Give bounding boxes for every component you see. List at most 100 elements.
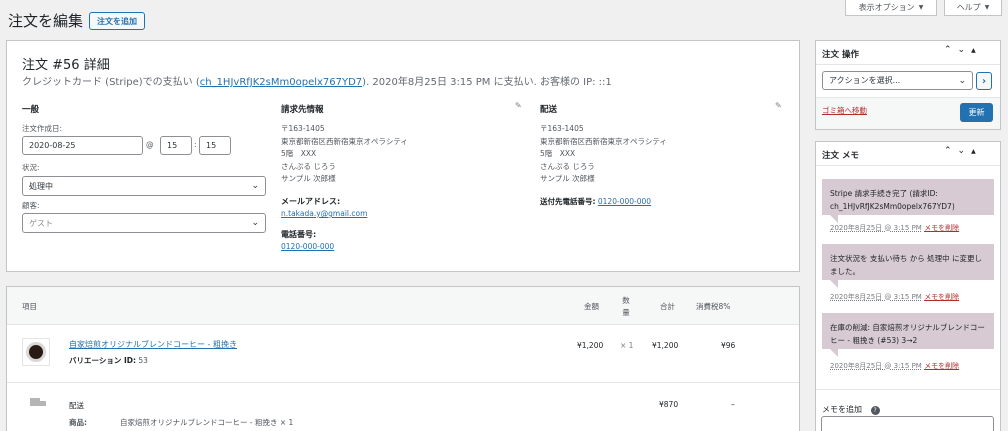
chevron-down-icon: ▼: [918, 4, 924, 11]
shipping-line-label: 配送: [69, 401, 84, 410]
order-note: 注文状況を 支払い待ち から 処理中 に変更しました。: [822, 244, 994, 280]
screen-options-label: 表示オプション: [858, 3, 915, 12]
move-up-icon[interactable]: ⌃: [944, 146, 958, 156]
update-button[interactable]: 更新: [960, 103, 993, 122]
chevron-down-icon: ⌄: [251, 218, 259, 228]
add-note-label-row: メモを追加 ?: [822, 404, 880, 415]
move-to-trash-link[interactable]: ゴミ箱へ移動: [822, 105, 867, 116]
variation-label: バリエーション ID:: [69, 356, 136, 365]
add-order-button[interactable]: 注文を追加: [89, 12, 145, 30]
note-meta: 2020年8月25日 @ 3:15 PM メモを削除: [830, 292, 959, 302]
product-name-link[interactable]: 自家焙煎オリジナルブレンドコーヒー - 粗挽き: [69, 339, 237, 350]
order-actions-title: 注文 操作: [822, 50, 859, 60]
note-date: 2020年8月25日 @ 3:15 PM: [830, 362, 922, 370]
note-tail: [830, 349, 838, 357]
billing-phone-link[interactable]: 0120-000-000: [281, 242, 334, 251]
payment-suffix: ). 2020年8月25日 3:15 PM に支払い. お客様の IP: ::1: [362, 77, 612, 88]
order-minute-input[interactable]: 15: [199, 136, 231, 155]
col-item: 項目: [22, 302, 37, 311]
coffee-cup-icon: [26, 342, 46, 362]
shipping-phone: 送付先電話番号: 0120-000-000: [540, 196, 651, 207]
delete-note-link[interactable]: メモを削除: [924, 362, 959, 370]
shipping-total: ¥870: [659, 400, 679, 409]
product-thumbnail: [22, 338, 50, 366]
at-symbol: @: [146, 140, 154, 149]
date-label: 注文作成日:: [22, 124, 63, 133]
order-notes-title: 注文 メモ: [822, 151, 859, 161]
add-note-divider: [816, 389, 1000, 390]
note-date: 2020年8月25日 @ 3:15 PM: [830, 293, 922, 301]
screen-options-button[interactable]: 表示オプション ▼: [845, 0, 937, 16]
note-date: 2020年8月25日 @ 3:15 PM: [830, 224, 922, 232]
customer-select[interactable]: ゲスト ⌄: [22, 213, 266, 233]
col-total: 合計: [660, 302, 675, 311]
billing-address: 〒163-1405 東京都新宿区西新宿東京オペラシティ 5階 XXX さんぷる …: [281, 124, 408, 183]
order-heading: 注文 #56 詳細: [22, 58, 110, 73]
col-tax: 消費税8%: [696, 302, 731, 311]
move-up-icon[interactable]: ⌃: [944, 45, 958, 55]
shipping-address: 〒163-1405 東京都新宿区西新宿東京オペラシティ 5階 XXX さんぷる …: [540, 124, 667, 183]
order-note: Stripe 請求手続き完了 (請求ID: ch_1HJvRfJK2sMm0op…: [822, 179, 994, 215]
order-status-select[interactable]: 処理中 ⌄: [22, 176, 266, 196]
delete-note-link[interactable]: メモを削除: [924, 293, 959, 301]
delete-note-link[interactable]: メモを削除: [924, 224, 959, 232]
collapse-icon[interactable]: ▲: [971, 47, 982, 54]
help-button[interactable]: ヘルプ ▼: [944, 0, 1002, 16]
items-divider: [7, 382, 799, 383]
help-tip-icon[interactable]: ?: [870, 406, 880, 415]
note-tail: [830, 215, 838, 223]
item-qty: × 1: [620, 341, 634, 350]
order-action-value: アクションを選択...: [829, 76, 901, 85]
payment-prefix: クレジットカード (Stripe)での支払い (: [22, 77, 200, 88]
panel-controls: ⌃⌄▲: [944, 45, 982, 55]
billing-phone-label: 電話番号:: [281, 230, 317, 239]
status-value: 処理中: [29, 181, 53, 191]
notes-panel-controls: ⌃⌄▲: [944, 146, 982, 156]
item-total: ¥1,200: [652, 341, 679, 350]
shipping-products-label: 商品:: [69, 418, 87, 427]
shipping-phone-label: 送付先電話番号:: [540, 197, 596, 206]
payment-link[interactable]: ch_1HJvRfJK2sMm0opelx767YD7: [200, 77, 362, 88]
status-label: 状況:: [22, 163, 40, 172]
actions-divider: [816, 64, 1000, 65]
chevron-down-icon: ▼: [984, 4, 990, 11]
move-down-icon[interactable]: ⌄: [958, 146, 972, 156]
page-title: 注文を編集: [8, 12, 84, 30]
order-note: 在庫の削減: 自家焙煎オリジナルブレンドコーヒー - 粗挽き (#53) 3→2: [822, 313, 994, 349]
move-down-icon[interactable]: ⌄: [958, 45, 972, 55]
note-meta: 2020年8月25日 @ 3:15 PM メモを削除: [830, 361, 959, 371]
product-variation: バリエーション ID: 53: [69, 355, 148, 366]
time-colon: :: [194, 140, 197, 149]
note-meta: 2020年8月25日 @ 3:15 PM メモを削除: [830, 223, 959, 233]
billing-email-label: メールアドレス:: [281, 197, 341, 206]
variation-id: 53: [138, 356, 148, 365]
order-action-select[interactable]: アクションを選択... ⌄: [822, 71, 973, 90]
note-tail: [830, 280, 838, 288]
item-price: ¥1,200: [577, 341, 604, 350]
chevron-down-icon: ⌄: [251, 181, 259, 191]
order-hour-input[interactable]: 15: [160, 136, 192, 155]
chevron-down-icon: ⌄: [958, 75, 966, 86]
edit-billing-icon[interactable]: ✎: [515, 101, 522, 110]
col-price: 金額: [584, 302, 599, 311]
shipping-products-value: 自家焙煎オリジナルブレンドコーヒー - 粗挽き × 1: [120, 418, 294, 427]
customer-value: ゲスト: [29, 218, 53, 228]
customer-label: 顧客:: [22, 201, 40, 210]
shipping-heading: 配送: [540, 105, 558, 115]
col-qty: 数量: [622, 296, 630, 317]
order-action-go-button[interactable]: ›: [976, 72, 992, 90]
payment-info: クレジットカード (Stripe)での支払い (ch_1HJvRfJK2sMm0…: [22, 73, 612, 88]
billing-heading: 請求先情報: [281, 105, 324, 115]
edit-shipping-icon[interactable]: ✎: [775, 101, 782, 110]
add-note-textarea[interactable]: [821, 416, 994, 431]
items-header-bg: [7, 287, 799, 325]
truck-icon: [30, 398, 46, 408]
shipping-phone-link[interactable]: 0120-000-000: [598, 197, 651, 206]
notes-divider: [816, 165, 1000, 166]
general-heading: 一般: [22, 105, 40, 115]
shipping-tax: –: [731, 400, 735, 409]
billing-email-link[interactable]: n.takada.y@gmail.com: [281, 209, 367, 218]
item-tax: ¥96: [721, 341, 736, 350]
order-date-input[interactable]: 2020-08-25: [22, 136, 143, 155]
collapse-icon[interactable]: ▲: [971, 148, 982, 155]
